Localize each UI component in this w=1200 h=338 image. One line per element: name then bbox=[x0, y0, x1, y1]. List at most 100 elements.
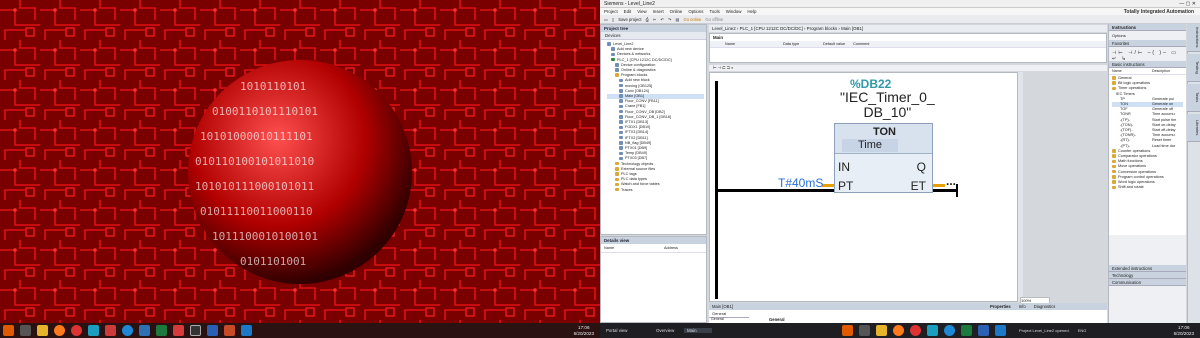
save-button[interactable]: Save project bbox=[618, 17, 641, 22]
block-icon bbox=[619, 141, 623, 145]
media-icon[interactable] bbox=[190, 325, 201, 336]
powerpoint-icon[interactable] bbox=[224, 325, 235, 336]
excel-icon[interactable] bbox=[961, 325, 972, 336]
add-icon bbox=[611, 47, 615, 51]
app2-icon[interactable] bbox=[173, 325, 184, 336]
desktop-wallpaper: 1010110101 0100110101110101 101010000101… bbox=[0, 0, 600, 323]
undo-icon[interactable]: ↶ bbox=[660, 17, 664, 22]
tab-libraries[interactable]: Libraries bbox=[1187, 114, 1200, 142]
instruction-type[interactable]: Time bbox=[842, 139, 898, 152]
details-view-panel: Details view Name Address bbox=[600, 236, 707, 323]
network-insert-icon[interactable]: ⊢ ⊣ ⊏ ⊐ ⌕ bbox=[713, 65, 733, 70]
window-controls[interactable]: — ▢ ✕ bbox=[1179, 0, 1196, 8]
menu-online[interactable]: Online bbox=[670, 8, 683, 15]
firefox-icon[interactable] bbox=[893, 325, 904, 336]
main-toolbar: ▭ ▯ Save project ⎙ ✂ ↶ ↷ ▤ Go online Go … bbox=[600, 15, 1200, 24]
svg-text:010110100101011010: 010110100101011010 bbox=[195, 155, 314, 168]
start-icon[interactable] bbox=[3, 325, 14, 336]
edge-icon[interactable] bbox=[944, 325, 955, 336]
instance-db-name[interactable]: "IEC_Timer_0_ DB_10" bbox=[840, 90, 935, 120]
redo-icon[interactable]: ↷ bbox=[668, 17, 672, 22]
cut-icon[interactable]: ✂ bbox=[653, 17, 657, 22]
extended-instructions-section[interactable]: Extended instructions bbox=[1109, 265, 1186, 272]
start-icon[interactable] bbox=[842, 325, 853, 336]
devices-tab[interactable]: Devices bbox=[601, 32, 706, 40]
et-operand[interactable]: ... bbox=[946, 174, 956, 188]
chrome-icon[interactable] bbox=[71, 325, 82, 336]
q-wire bbox=[933, 189, 958, 192]
menu-options[interactable]: Options bbox=[688, 8, 703, 15]
folder-icon bbox=[1112, 159, 1116, 163]
main-editor-button[interactable]: Main bbox=[684, 328, 712, 333]
app-icon[interactable] bbox=[105, 325, 116, 336]
menu-insert[interactable]: Insert bbox=[653, 8, 664, 15]
compile-icon[interactable]: ▤ bbox=[675, 17, 679, 22]
favorites-bar: ⊣⊢ ⊣/⊢ –( )– ▭ ↵ ↳ bbox=[1109, 47, 1186, 62]
ton-timer-box[interactable]: TON Time IN Q PT ET bbox=[834, 123, 933, 193]
favorites-section[interactable]: Favorites bbox=[1109, 40, 1186, 47]
window-titlebar[interactable]: Siemens - Level_Line2 — ▢ ✕ bbox=[600, 0, 1200, 8]
word-icon[interactable] bbox=[207, 325, 218, 336]
menu-edit[interactable]: Edit bbox=[624, 8, 632, 15]
instr-item[interactable]: Shift and rotate bbox=[1112, 185, 1183, 190]
firefox-icon[interactable] bbox=[54, 325, 65, 336]
menu-tools[interactable]: Tools bbox=[710, 8, 720, 15]
tree-item-traces[interactable]: Traces bbox=[607, 188, 704, 193]
tab-info[interactable]: Info bbox=[1019, 303, 1026, 310]
overview-button[interactable]: Overview bbox=[656, 328, 684, 333]
portal-view-button[interactable]: Portal view bbox=[606, 328, 656, 333]
left-clock[interactable]: 17:06 6/20/2023 bbox=[574, 325, 594, 337]
tab-tasks[interactable]: Tasks bbox=[1187, 84, 1200, 112]
block-icon bbox=[619, 83, 623, 88]
instructions-pane: Instructions Options Favorites ⊣⊢ ⊣/⊢ –(… bbox=[1108, 24, 1186, 323]
tab-diagnostics[interactable]: Diagnostics bbox=[1034, 303, 1056, 310]
editor-breadcrumb: Level_Line2 › PLC_1 [CPU 1212C DC/DC/DC]… bbox=[709, 25, 1107, 32]
pt-operand[interactable]: T#40mS bbox=[778, 176, 823, 190]
search-icon[interactable] bbox=[859, 325, 870, 336]
block-icon bbox=[619, 115, 623, 119]
folder-icon bbox=[1112, 154, 1116, 158]
block-interface: Main Name Data type Default value Commen… bbox=[709, 33, 1107, 63]
open-icon[interactable]: ▯ bbox=[612, 17, 614, 22]
zoom-bar[interactable] bbox=[1018, 72, 1023, 302]
menu-window[interactable]: Window bbox=[726, 8, 742, 15]
folder-icon bbox=[615, 182, 619, 187]
go-offline-button[interactable]: Go offline bbox=[705, 17, 723, 22]
basic-instructions-section[interactable]: Basic instructions bbox=[1109, 61, 1186, 68]
details-view-header[interactable]: Details view bbox=[601, 237, 706, 244]
edge-icon[interactable] bbox=[122, 325, 133, 336]
tab-testing[interactable]: Testing bbox=[1187, 54, 1200, 82]
word-icon[interactable] bbox=[978, 325, 989, 336]
file-explorer-icon[interactable] bbox=[876, 325, 887, 336]
new-icon[interactable]: ▭ bbox=[604, 17, 608, 22]
language-indicator[interactable]: ENG bbox=[1078, 328, 1087, 333]
vscode-icon[interactable] bbox=[995, 325, 1006, 336]
search-icon[interactable] bbox=[20, 325, 31, 336]
chrome-icon[interactable] bbox=[910, 325, 921, 336]
folder-icon bbox=[615, 187, 619, 192]
menu-help[interactable]: Help bbox=[747, 8, 756, 15]
vscode-icon[interactable] bbox=[241, 325, 252, 336]
block-icon bbox=[619, 156, 623, 161]
block-icon bbox=[619, 89, 623, 93]
mail-icon[interactable] bbox=[139, 325, 150, 336]
right-clock[interactable]: 17:06 6/20/2023 bbox=[1174, 325, 1194, 337]
instruction-name: TON bbox=[872, 126, 897, 138]
excel-icon[interactable] bbox=[156, 325, 167, 336]
pin-in: IN bbox=[838, 160, 850, 174]
menu-view[interactable]: View bbox=[637, 8, 646, 15]
go-online-button[interactable]: Go online bbox=[683, 17, 701, 22]
nav-general[interactable]: General bbox=[711, 317, 764, 322]
tab-properties[interactable]: Properties bbox=[990, 303, 1011, 310]
print-icon[interactable]: ⎙ bbox=[646, 17, 649, 22]
tab-instructions[interactable]: Instructions bbox=[1187, 24, 1200, 52]
left-monitor: 1010110101 0100110101110101 101010000101… bbox=[0, 0, 600, 338]
tia-portal-icon[interactable] bbox=[88, 325, 99, 336]
file-explorer-icon[interactable] bbox=[37, 325, 48, 336]
communication-section[interactable]: Communication bbox=[1109, 279, 1186, 286]
window-title: Siemens - Level_Line2 bbox=[604, 1, 655, 7]
technology-section[interactable]: Technology bbox=[1109, 272, 1186, 279]
tia-portal-icon[interactable] bbox=[927, 325, 938, 336]
folder-icon bbox=[615, 177, 619, 182]
menu-project[interactable]: Project bbox=[604, 8, 618, 15]
